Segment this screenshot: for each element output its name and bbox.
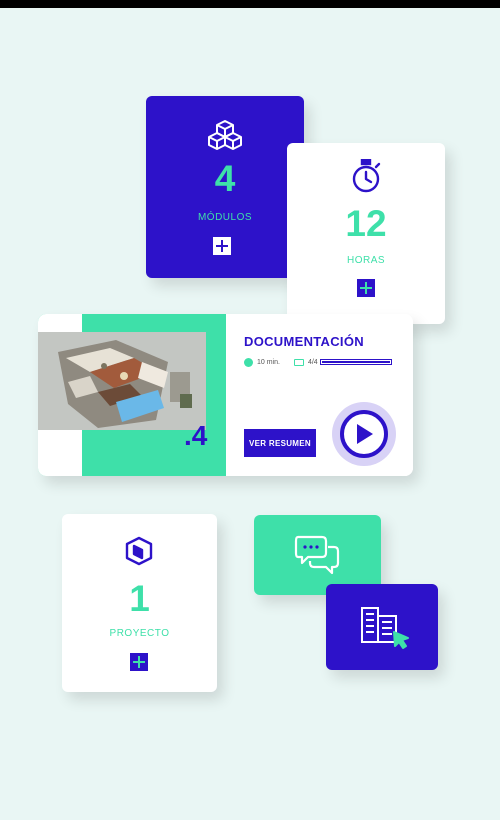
horas-count: 12 (345, 203, 387, 244)
cubes-icon (208, 120, 242, 150)
horas-card[interactable]: 12 HORAS (287, 143, 445, 324)
plus-icon (360, 282, 372, 294)
progress-fill (322, 361, 390, 363)
ver-resumen-button[interactable]: VER RESUMEN (244, 429, 316, 457)
panel-accent-block (82, 434, 126, 476)
horas-add-button[interactable] (357, 279, 375, 297)
floorplan-image (38, 332, 206, 430)
progress-text: 4/4 (307, 359, 318, 366)
proyecto-card[interactable]: 1 PROYECTO (62, 514, 217, 692)
proyecto-label: PROYECTO (109, 628, 170, 639)
documentacion-details: DOCUMENTACIÓN 10 min. 4/4 VER RESUMEN (226, 314, 413, 476)
play-icon (357, 424, 373, 444)
building-card[interactable] (326, 584, 438, 670)
proyecto-count: 1 (129, 578, 150, 619)
documentacion-title: DOCUMENTACIÓN (244, 334, 364, 349)
play-button[interactable] (340, 410, 388, 458)
modulos-count: 4 (214, 158, 236, 199)
panel-cutout (38, 434, 82, 476)
modulos-card[interactable]: 4 MÓDULOS (146, 96, 304, 278)
plus-icon (216, 240, 228, 252)
building-cursor-icon (361, 607, 409, 649)
cube-box-icon (125, 536, 153, 566)
documentacion-meta: 10 min. 4/4 (244, 358, 318, 367)
chat-card[interactable] (254, 515, 381, 595)
horas-label: HORAS (346, 255, 386, 266)
plus-icon (133, 656, 145, 668)
duration-text: 10 min. (257, 359, 280, 366)
documentacion-card[interactable]: .4 DOCUMENTACIÓN 10 min. 4/4 VER RESUMEN (38, 314, 413, 476)
chat-bubbles-icon (294, 535, 340, 575)
laptop-icon (293, 359, 304, 366)
module-index: .4 (184, 420, 208, 451)
clock-icon (244, 358, 253, 367)
stopwatch-icon (352, 159, 381, 193)
proyecto-add-button[interactable] (130, 653, 148, 671)
top-bar (0, 0, 500, 8)
modulos-label: MÓDULOS (197, 212, 253, 223)
progress-bar (320, 359, 392, 365)
modulos-add-button[interactable] (213, 237, 231, 255)
